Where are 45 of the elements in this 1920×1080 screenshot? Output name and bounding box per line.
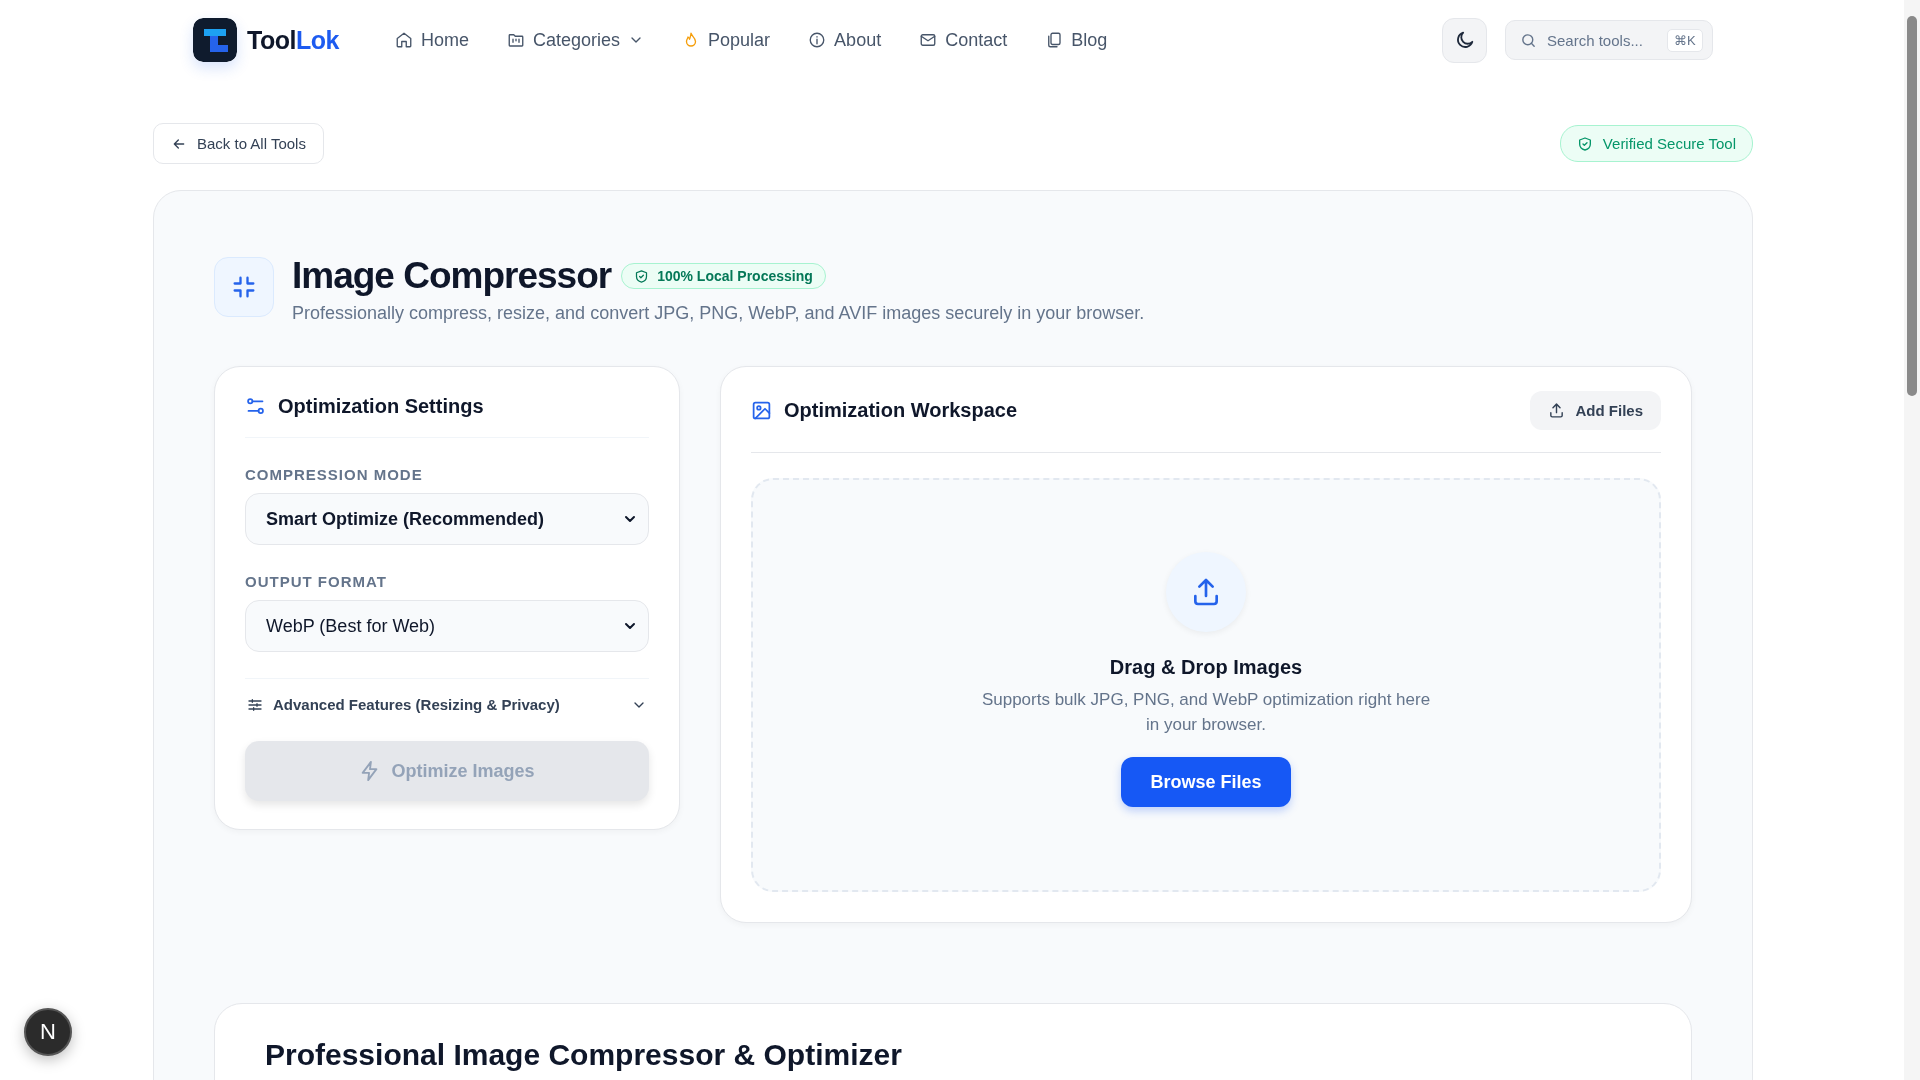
logo-icon (193, 18, 237, 62)
copy-icon (1045, 31, 1064, 49)
browse-files-button[interactable]: Browse Files (1121, 757, 1291, 807)
upload-icon (1548, 402, 1566, 419)
back-link[interactable]: Back to All Tools (153, 123, 324, 164)
local-processing-badge: 100% Local Processing (621, 263, 826, 289)
field-label: COMPRESSION MODE (245, 466, 424, 483)
shield-icon (634, 268, 650, 284)
scrollbar[interactable] (1904, 0, 1920, 1080)
tool-description: Professionally compress, resize, and convert JPG, PNG, WebP, and AVIF images securely in your browser. (292, 303, 1145, 324)
search-bar[interactable]: Search tools... ⌘K (1505, 20, 1713, 60)
folder-icon (507, 31, 525, 49)
shortcut-key: ⌘K (1667, 28, 1703, 52)
home-icon (395, 31, 413, 49)
nav-link[interactable]: About (808, 29, 882, 51)
sliders-icon (245, 396, 266, 417)
dev-tools-button[interactable]: N (24, 1008, 72, 1056)
theme-toggle-button[interactable] (1442, 17, 1487, 63)
mail-icon (919, 31, 938, 49)
nav-link[interactable]: Popular (682, 29, 771, 51)
compress-icon (214, 257, 274, 317)
panel-title: Optimization Settings (278, 395, 484, 418)
search-icon (1520, 31, 1537, 49)
verified-badge: Verified Secure Tool (1559, 125, 1753, 162)
sliders-icon (247, 696, 263, 713)
advanced-features-toggle[interactable]: Advanced Features (Resizing & Privacy) (245, 678, 649, 723)
nav-link[interactable]: Home (395, 29, 469, 51)
add-files-button[interactable]: Add Files (1530, 391, 1661, 430)
drop-zone-title: Drag & Drop Images (1109, 656, 1303, 679)
nav-link[interactable]: Blog (1045, 29, 1108, 51)
brand-name[interactable]: ToolLok (247, 25, 339, 55)
drop-zone[interactable]: Drag & Drop Images Supports bulk JPG, PNG, and WebP optimization right here in your browser. Browse Files (751, 478, 1661, 892)
shield-icon (1576, 135, 1593, 152)
select-field[interactable]: WebP (Best for Web) (245, 600, 649, 652)
tool-title: Image Compressor (292, 255, 612, 297)
field-label: OUTPUT FORMAT (245, 573, 388, 590)
nav-link[interactable]: Contact (919, 29, 1008, 51)
info-icon (808, 31, 827, 49)
drop-zone-text: Supports bulk JPG, PNG, and WebP optimization right here in your browser. (981, 689, 1431, 736)
panel-title: Optimization Workspace (784, 399, 1017, 422)
article-heading: Professional Image Compressor & Optimizer (265, 1038, 903, 1072)
search-field[interactable]: Search tools... (1545, 30, 1659, 50)
select-field[interactable]: Smart Optimize (Recommended) (245, 493, 649, 545)
nav-link[interactable]: Categories (507, 29, 645, 51)
image-icon (751, 400, 772, 421)
